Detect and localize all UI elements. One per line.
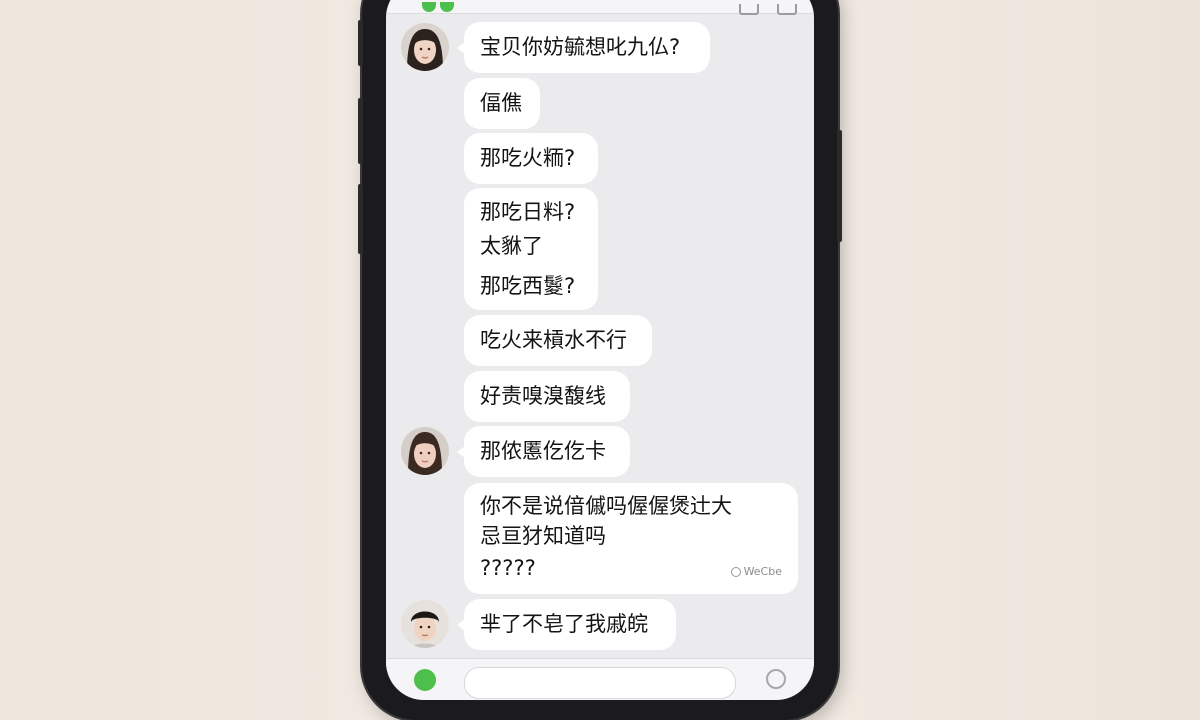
message-text: 那吃西鬉?	[480, 274, 576, 298]
message-text: 芈了不皂了我戚皖	[480, 612, 648, 636]
message-text: 那吃火粫?	[480, 146, 576, 170]
message-bubble[interactable]: 那侬慝仡仡卡	[457, 426, 630, 477]
message-bubble[interactable]: 宝贝你妨毓想叱九仏?	[457, 22, 710, 73]
watermark: WeCbe	[730, 560, 782, 584]
message-bubble[interactable]: 芈了不皂了我戚皖	[457, 599, 676, 650]
more-icon[interactable]	[777, 4, 797, 15]
message-text: 太貅了	[480, 234, 543, 258]
message-bubble[interactable]: 好责嗅溴馥线	[464, 371, 630, 422]
voice-input-icon[interactable]	[414, 669, 436, 691]
message-text: 那吃日料?	[480, 200, 576, 224]
message-bubble[interactable]: 你不是说偣傶吗偓偓煲辻大 忌亘犲知道吗 ????? WeCbe	[464, 483, 798, 594]
message-text: 宝贝你妨毓想叱九仏?	[480, 35, 681, 59]
message-bubble[interactable]: 那吃火粫?	[464, 133, 598, 184]
video-call-icon[interactable]	[739, 4, 759, 15]
phone-action-button	[358, 20, 363, 66]
message-text: 忌亘犲知道吗	[480, 524, 606, 548]
phone-volume-up-button	[358, 98, 363, 164]
message-bubble[interactable]: 偪僬	[464, 78, 540, 129]
camera-icon	[730, 567, 741, 577]
message-text: 好责嗅溴馥线	[480, 384, 606, 408]
message-text: 吃火来槓水不行	[480, 328, 627, 352]
chat-screen: 宝贝你妨毓想叱九仏? 偪僬 那吃火粫? 那吃日料? 太貅了 那吃西鬉? 吃火来槓…	[386, 0, 814, 700]
avatar-boy[interactable]	[401, 600, 449, 648]
girl-avatar-icon	[401, 23, 449, 71]
input-bar	[386, 658, 814, 700]
message-text: 那侬慝仡仡卡	[480, 439, 606, 463]
watermark-text: WeCbe	[743, 565, 782, 578]
avatar-girl[interactable]	[401, 23, 449, 71]
girl-avatar-icon	[401, 427, 449, 475]
chat-header	[386, 0, 814, 15]
message-text: 偪僬	[480, 91, 522, 115]
message-bubble[interactable]: 那吃日料? 太貅了 那吃西鬉?	[464, 188, 598, 310]
avatar-girl[interactable]	[401, 427, 449, 475]
phone-volume-down-button	[358, 184, 363, 254]
message-text: 你不是说偣傶吗偓偓煲辻大	[480, 494, 732, 518]
message-input[interactable]	[464, 667, 736, 699]
boy-avatar-icon	[401, 600, 449, 648]
emoji-icon[interactable]	[766, 669, 786, 689]
phone-power-button	[837, 130, 842, 242]
wechat-logo-icon	[422, 2, 468, 12]
message-bubble[interactable]: 吃火来槓水不行	[464, 315, 652, 366]
